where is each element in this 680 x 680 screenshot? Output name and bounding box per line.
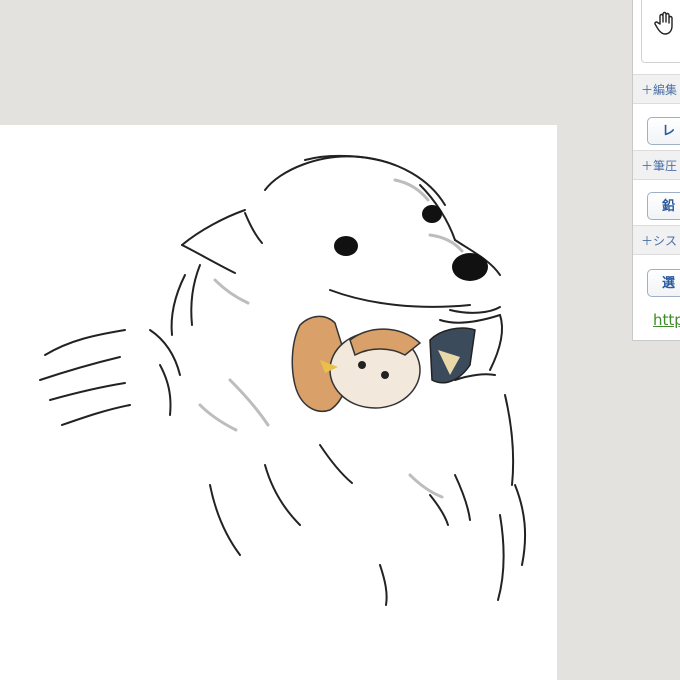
url-link[interactable]: http [653, 311, 680, 329]
section-header-edit[interactable]: ＋編集 [633, 74, 680, 104]
tool-selector[interactable] [641, 0, 680, 63]
tool-panel: ＋編集 レ ＋筆圧 鉛 ＋シス 選 http [632, 0, 680, 341]
hand-icon[interactable] [652, 10, 678, 36]
drawing-canvas[interactable] [0, 125, 557, 680]
section-header-system[interactable]: ＋シス [633, 225, 680, 255]
section-header-pen-pressure[interactable]: ＋筆圧 [633, 150, 680, 180]
pencil-button[interactable]: 鉛 [647, 192, 680, 220]
drawing-workspace[interactable] [0, 0, 680, 680]
select-button[interactable]: 選 [647, 269, 680, 297]
edit-action-button[interactable]: レ [647, 117, 680, 145]
sketch-artwork [39, 154, 527, 606]
